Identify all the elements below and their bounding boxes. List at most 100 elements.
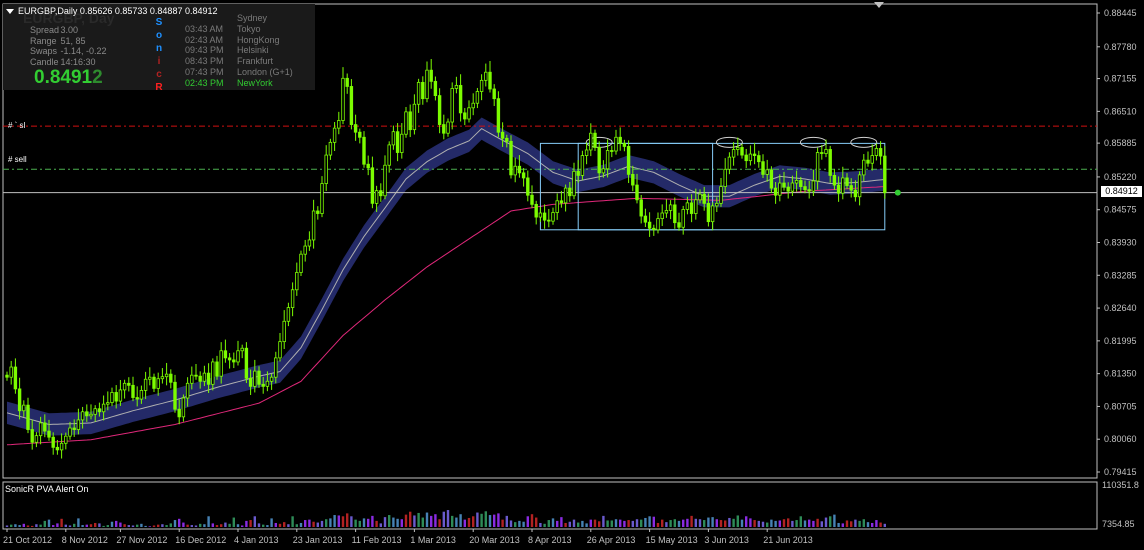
volume-bar bbox=[325, 519, 328, 527]
volume-bar bbox=[745, 516, 748, 527]
session-city: Helsinki bbox=[237, 45, 269, 56]
session-row: Sydney bbox=[185, 13, 293, 24]
volume-bar bbox=[350, 516, 353, 527]
volume-bar bbox=[644, 517, 647, 527]
session-time: 08:43 PM bbox=[185, 56, 224, 67]
session-city: Sydney bbox=[237, 13, 268, 23]
volume-bar bbox=[60, 518, 63, 527]
candle-body bbox=[660, 212, 664, 220]
candle-body bbox=[673, 204, 677, 224]
sl-line-tag: # ` sl bbox=[8, 121, 26, 130]
volume-bar bbox=[56, 523, 59, 527]
candle-body bbox=[253, 370, 257, 387]
volume-bar bbox=[337, 515, 340, 527]
price-axis-label: 0.83930 bbox=[1104, 238, 1137, 248]
session-row: 08:43 PM Frankfurt bbox=[185, 56, 293, 67]
candle-body bbox=[303, 245, 307, 255]
candle-body bbox=[311, 210, 316, 241]
candle-body bbox=[362, 136, 366, 165]
current-price-box: 0.84912 bbox=[1101, 186, 1142, 197]
candle-body bbox=[857, 174, 862, 198]
sonic-letter: S bbox=[155, 17, 163, 28]
candle-body bbox=[97, 408, 102, 413]
candle-body bbox=[257, 370, 261, 385]
candle-body bbox=[64, 435, 68, 444]
volume-bar bbox=[556, 520, 559, 527]
session-row: 03:43 AM Tokyo bbox=[185, 24, 293, 35]
volume-bar bbox=[883, 523, 886, 527]
ma-band-channel bbox=[7, 117, 885, 436]
candle-body bbox=[622, 142, 627, 147]
volume-bar bbox=[379, 523, 382, 527]
candle-body bbox=[765, 169, 769, 175]
candle-body bbox=[59, 442, 64, 451]
volume-bar bbox=[774, 520, 777, 527]
volume-bar bbox=[47, 519, 51, 527]
candle-body bbox=[290, 289, 295, 308]
volume-bar bbox=[165, 525, 168, 527]
volume-bar bbox=[551, 518, 555, 527]
candle-body bbox=[559, 200, 564, 204]
candle-body bbox=[227, 357, 232, 361]
stat-key: Range bbox=[30, 35, 57, 46]
volume-bar bbox=[110, 521, 114, 527]
stat-value: -1.14, -0.22 bbox=[60, 46, 107, 56]
candle-body bbox=[790, 182, 795, 192]
candle-body bbox=[500, 131, 505, 139]
volume-bar bbox=[308, 519, 311, 527]
time-axis-label: 8 Nov 2012 bbox=[61, 535, 108, 545]
candle-body bbox=[446, 121, 450, 134]
volume-bar bbox=[194, 525, 198, 527]
candle-body bbox=[51, 436, 55, 448]
candle-body bbox=[647, 221, 652, 229]
candle-body bbox=[131, 384, 135, 398]
candle-body bbox=[824, 149, 828, 154]
candle-body bbox=[715, 202, 719, 207]
candle-body bbox=[400, 133, 404, 153]
dropdown-triangle-icon[interactable] bbox=[6, 9, 14, 15]
candle-body bbox=[748, 153, 753, 162]
candle-body bbox=[181, 397, 186, 418]
candle-body bbox=[757, 155, 761, 163]
candle-body bbox=[702, 193, 706, 204]
time-axis-label: 8 Apr 2013 bbox=[528, 535, 572, 545]
chart-window[interactable]: 0.88445 0.87780 0.87155 0.86510 0.85885 0.852… bbox=[0, 0, 1144, 550]
candle-body bbox=[862, 159, 866, 176]
candle-body bbox=[185, 382, 190, 399]
candle-body bbox=[127, 382, 131, 386]
big-price: 0.84912 bbox=[34, 67, 103, 89]
candle-body bbox=[845, 177, 849, 186]
volume-bar bbox=[77, 518, 80, 527]
session-city: NewYork bbox=[237, 77, 273, 88]
volume-bar bbox=[89, 524, 93, 527]
volume-bar bbox=[736, 515, 739, 527]
candle-body bbox=[358, 131, 362, 138]
candle-body bbox=[828, 149, 832, 176]
candle-body bbox=[324, 154, 328, 184]
volume-bar bbox=[673, 519, 676, 527]
chart-shift-marker-icon[interactable] bbox=[874, 2, 884, 8]
candle-body bbox=[794, 180, 799, 184]
volume-bar bbox=[371, 515, 374, 527]
volume-bar bbox=[455, 517, 458, 527]
volume-bar bbox=[766, 522, 769, 527]
time-axis-label: 4 Jan 2013 bbox=[234, 535, 279, 545]
candle-body bbox=[38, 422, 43, 437]
volume-bar bbox=[119, 522, 122, 527]
market-sessions: Sydney 03:43 AM Tokyo 02:43 AM HongKong 09… bbox=[185, 13, 293, 89]
volume-bar bbox=[564, 522, 567, 527]
candle-body bbox=[484, 71, 488, 81]
price-axis-label: 0.85220 bbox=[1104, 172, 1137, 182]
candle-body bbox=[841, 177, 845, 194]
candle-body bbox=[169, 373, 173, 383]
candle-body bbox=[597, 147, 601, 174]
candle-body bbox=[30, 429, 34, 443]
volume-bar bbox=[94, 522, 97, 527]
volume-bar bbox=[228, 523, 231, 527]
candle-body bbox=[542, 212, 547, 221]
candle-body bbox=[421, 81, 425, 100]
volume-bar bbox=[68, 525, 72, 527]
volume-bar bbox=[22, 523, 25, 527]
volume-bar bbox=[753, 520, 756, 527]
candle-body bbox=[509, 140, 513, 176]
